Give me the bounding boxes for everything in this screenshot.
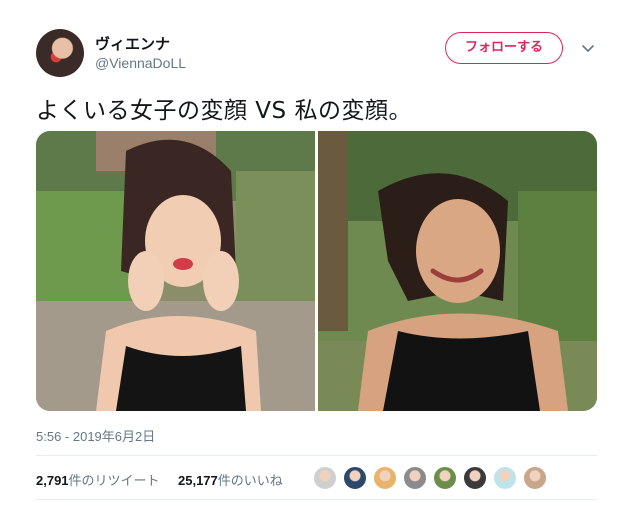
like-label: 件のいいね: [217, 474, 283, 489]
liker-avatar-2[interactable]: [343, 466, 367, 490]
retweet-count: 2,791: [36, 473, 69, 488]
photo-left-icon[interactable]: [36, 131, 315, 411]
tweet-timestamp[interactable]: 5:56 - 2019年6月2日: [36, 426, 155, 445]
follow-button[interactable]: フォローする: [445, 32, 563, 64]
photo-right-icon[interactable]: [318, 131, 597, 411]
display-name[interactable]: ヴィエンナ: [95, 33, 170, 54]
user-avatar[interactable]: [36, 29, 84, 77]
divider-top: [36, 455, 597, 456]
like-stat[interactable]: 25,177件のいいね: [178, 470, 283, 489]
divider-bottom: [36, 499, 597, 500]
like-count: 25,177: [178, 473, 218, 488]
liker-avatar-7[interactable]: [493, 466, 517, 490]
tweet-media[interactable]: [36, 131, 597, 411]
chevron-down-icon[interactable]: [580, 40, 596, 56]
user-handle[interactable]: @ViennaDoLL: [95, 55, 186, 71]
liker-avatar-1[interactable]: [313, 466, 337, 490]
retweet-label: 件のリツイート: [68, 474, 160, 489]
tweet-text: よくいる女子の変顔 VS 私の変顔。: [36, 98, 412, 124]
liker-avatar-3[interactable]: [373, 466, 397, 490]
liker-avatar-6[interactable]: [463, 466, 487, 490]
liker-avatar-4[interactable]: [403, 466, 427, 490]
liker-avatar-8[interactable]: [523, 466, 547, 490]
retweet-stat[interactable]: 2,791件のリツイート: [36, 470, 160, 489]
liker-avatar-5[interactable]: [433, 466, 457, 490]
